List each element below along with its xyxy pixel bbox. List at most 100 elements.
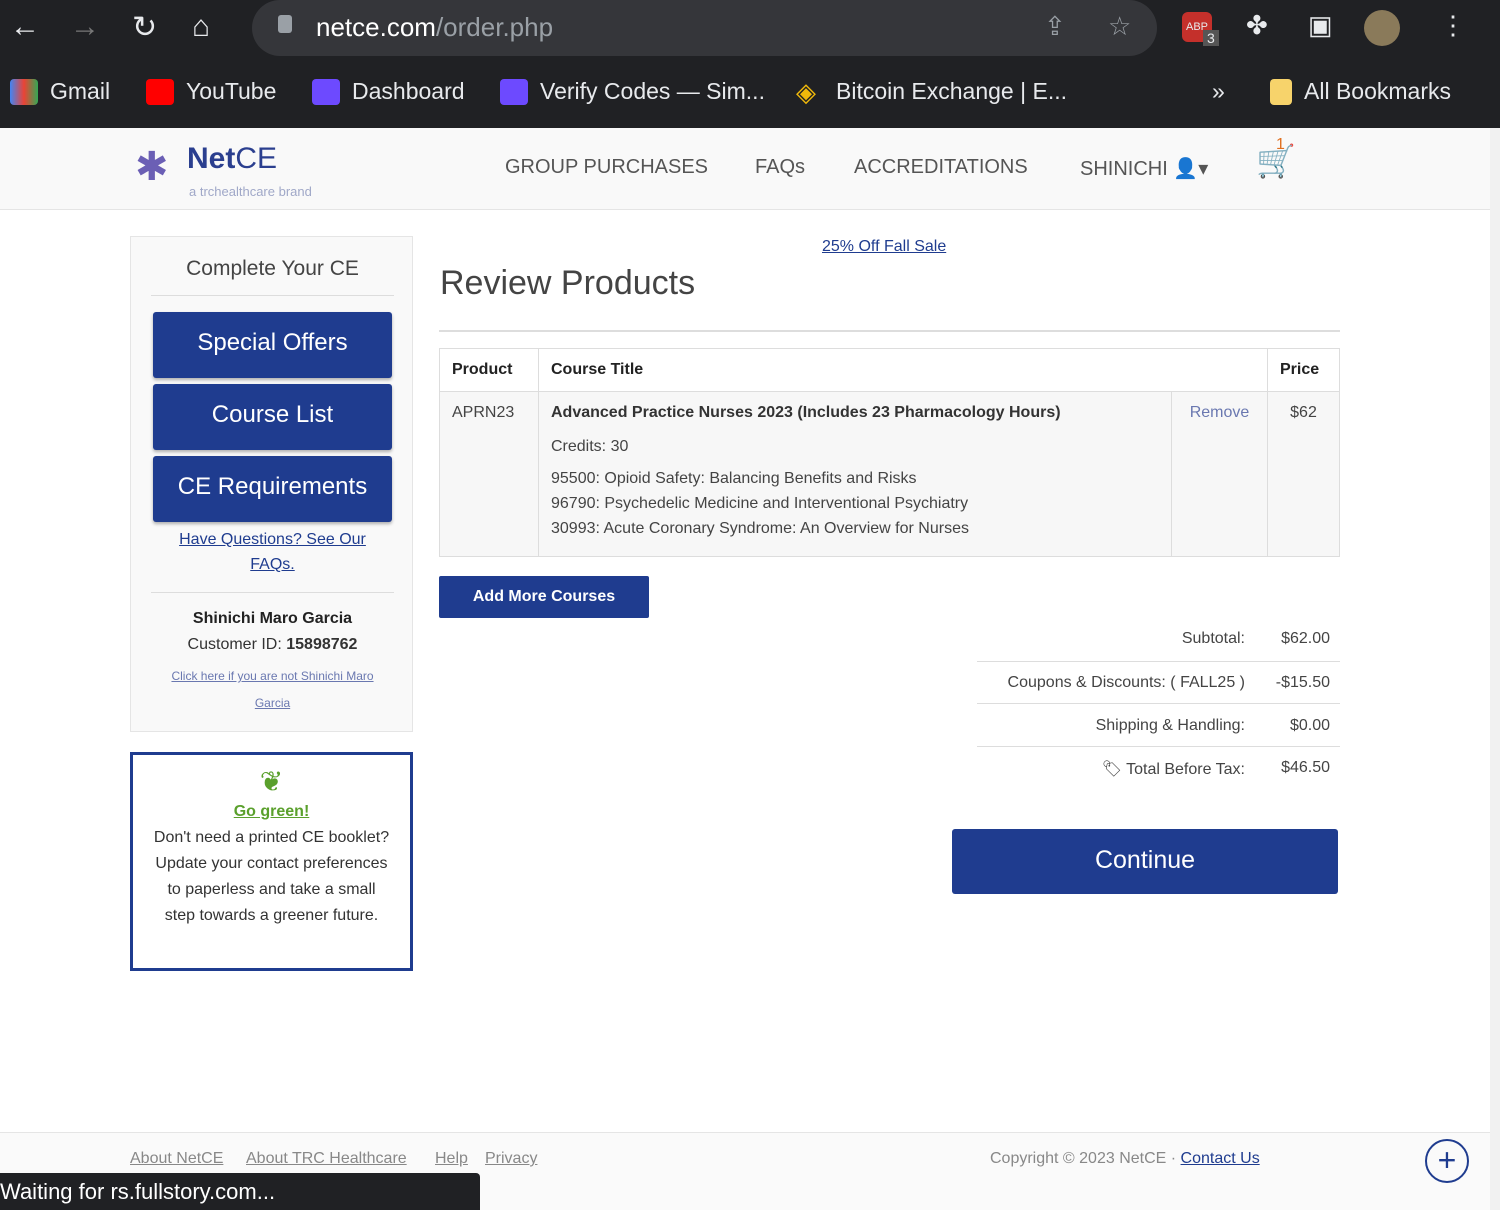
customer-id-label: Customer ID: bbox=[187, 636, 282, 653]
course-item: 95500: Opioid Safety: Balancing Benefits… bbox=[551, 470, 917, 487]
back-icon[interactable]: ← bbox=[10, 10, 40, 44]
profile-avatar[interactable] bbox=[1364, 10, 1400, 46]
nav-accreditations[interactable]: ACCREDITATIONS bbox=[854, 156, 1028, 179]
price: $62 bbox=[1267, 391, 1340, 557]
course-cell: Advanced Practice Nurses 2023 (Includes … bbox=[538, 391, 1172, 557]
user-icon: 👤▾ bbox=[1173, 158, 1209, 180]
go-green-text: Don't need a printed CE booklet? Update … bbox=[153, 829, 390, 924]
bookmark-gmail[interactable]: Gmail bbox=[10, 78, 110, 105]
col-actions bbox=[1171, 348, 1268, 392]
course-item: 30993: Acute Coronary Syndrome: An Overv… bbox=[551, 520, 969, 537]
course-item: 96790: Psychedelic Medicine and Interven… bbox=[551, 495, 969, 512]
products-table: Product Course Title Price APRN23 Advanc… bbox=[439, 348, 1340, 557]
special-offers-button[interactable]: Special Offers bbox=[153, 312, 392, 378]
more-bookmarks-button[interactable]: » bbox=[1212, 78, 1225, 105]
bookmark-label: Dashboard bbox=[352, 78, 465, 104]
copyright: Copyright © 2023 NetCE · bbox=[990, 1150, 1177, 1167]
star-icon[interactable]: ☆ bbox=[1108, 11, 1131, 42]
footer-about-netce[interactable]: About NetCE bbox=[130, 1150, 223, 1168]
lock-icon bbox=[278, 15, 292, 33]
bookmark-label: Bitcoin Exchange | E... bbox=[836, 78, 1067, 104]
proton-icon bbox=[312, 78, 340, 105]
logo-star-icon: ✱ bbox=[135, 145, 169, 189]
page-title: Review Products bbox=[440, 264, 696, 302]
logo-tagline: a trchealthcare brand bbox=[189, 184, 312, 199]
home-icon[interactable]: ⌂ bbox=[192, 10, 210, 44]
footer-help[interactable]: Help bbox=[435, 1150, 468, 1168]
url-path: /order.php bbox=[435, 12, 554, 42]
product-code: APRN23 bbox=[439, 391, 539, 557]
add-more-courses-button[interactable]: Add More Courses bbox=[439, 576, 649, 618]
nav-group-purchases[interactable]: GROUP PURCHASES bbox=[505, 156, 708, 179]
browser-toolbar: ← → ↻ ⌂ netce.com/order.php ⇪ ☆ ABP 3 ✤ … bbox=[0, 0, 1500, 60]
nav-user-menu[interactable]: SHINICHI 👤▾ bbox=[1080, 156, 1208, 181]
remove-link[interactable]: Remove bbox=[1171, 391, 1268, 557]
url-host: netce.com bbox=[316, 12, 436, 42]
all-bookmarks[interactable]: All Bookmarks bbox=[1270, 78, 1451, 105]
proton-icon bbox=[500, 78, 528, 105]
summary-label: Coupons & Discounts: ( FALL25 ) bbox=[1007, 674, 1245, 691]
address-bar[interactable]: netce.com/order.php ⇪ ☆ bbox=[252, 0, 1157, 56]
reload-icon[interactable]: ↻ bbox=[132, 10, 157, 45]
status-bar: Waiting for rs.fullstory.com... bbox=[0, 1173, 480, 1210]
cart-count: 1 bbox=[1276, 136, 1285, 153]
summary-shipping: Shipping & Handling: $0.00 bbox=[977, 705, 1340, 747]
summary-value: -$15.50 bbox=[1275, 674, 1330, 691]
binance-icon: ◈ bbox=[796, 76, 816, 107]
chevron-icon: » bbox=[1212, 78, 1225, 104]
logo-text: Net bbox=[187, 142, 236, 175]
course-title: Advanced Practice Nurses 2023 (Includes … bbox=[551, 404, 1061, 421]
bookmark-label: Gmail bbox=[50, 78, 111, 104]
table-row: APRN23 Advanced Practice Nurses 2023 (In… bbox=[439, 391, 1340, 557]
summary-coupons: Coupons & Discounts: ( FALL25 ) -$15.50 bbox=[977, 662, 1340, 704]
user-name: SHINICHI bbox=[1080, 158, 1168, 180]
youtube-icon bbox=[146, 78, 174, 105]
logo-text-2: CE bbox=[235, 142, 278, 175]
contact-us-link[interactable]: Contact Us bbox=[1181, 1150, 1260, 1167]
bookmark-label: YouTube bbox=[186, 78, 277, 104]
cart-icon[interactable]: 🛒 1 bbox=[1256, 136, 1296, 180]
side-panel-icon[interactable]: ▣ bbox=[1308, 10, 1333, 41]
gmail-icon bbox=[10, 78, 38, 105]
summary-value: $46.50 bbox=[1281, 759, 1330, 776]
bookmark-label: Verify Codes — Sim... bbox=[540, 78, 765, 104]
leaf-icon: ❦ bbox=[259, 766, 284, 797]
promo-link[interactable]: 25% Off Fall Sale bbox=[822, 238, 946, 256]
user-full-name: Shinichi Maro Garcia bbox=[192, 610, 353, 627]
footer-about-trc[interactable]: About TRC Healthcare bbox=[246, 1150, 407, 1168]
customer-id-value: 15898762 bbox=[286, 636, 358, 653]
sidebar-title: Complete Your CE bbox=[186, 257, 359, 280]
course-list-button[interactable]: Course List bbox=[153, 384, 392, 450]
summary-value: $0.00 bbox=[1289, 717, 1330, 734]
summary-label: Total Before Tax: bbox=[1126, 761, 1245, 778]
bookmark-verify-codes[interactable]: Verify Codes — Sim... bbox=[500, 78, 765, 105]
share-icon[interactable]: ⇪ bbox=[1044, 11, 1066, 42]
not-you-link[interactable]: Click here if you are not Shinichi Maro … bbox=[161, 663, 384, 717]
plus-icon[interactable]: + bbox=[1425, 1139, 1469, 1183]
go-green-link[interactable]: Go green! bbox=[151, 799, 392, 825]
summary-value: $62.00 bbox=[1281, 630, 1330, 647]
col-price: Price bbox=[1267, 348, 1340, 392]
bookmark-dashboard[interactable]: Dashboard bbox=[312, 78, 465, 105]
ce-requirements-button[interactable]: CE Requirements bbox=[153, 456, 392, 522]
scrollbar[interactable] bbox=[1490, 128, 1500, 1210]
menu-icon[interactable]: ⋮ bbox=[1440, 10, 1466, 41]
col-course-title: Course Title bbox=[538, 348, 1172, 392]
go-green-box: ❦ Go green! Don't need a printed CE book… bbox=[130, 752, 413, 971]
continue-button[interactable]: Continue bbox=[952, 829, 1338, 894]
forward-icon[interactable]: → bbox=[70, 10, 100, 44]
sidebar-panel: Complete Your CE Special Offers Course L… bbox=[130, 236, 413, 732]
col-product: Product bbox=[439, 348, 539, 392]
bookmark-youtube[interactable]: YouTube bbox=[146, 78, 276, 105]
nav-faqs[interactable]: FAQs bbox=[755, 156, 805, 179]
tag-icon: 🏷 bbox=[1101, 761, 1122, 778]
summary-total: 🏷 Total Before Tax: $46.50 bbox=[977, 747, 1340, 789]
footer-privacy[interactable]: Privacy bbox=[485, 1150, 537, 1168]
summary-label: Subtotal: bbox=[1181, 630, 1245, 647]
adblock-badge: 3 bbox=[1203, 30, 1219, 46]
faq-link[interactable]: Have Questions? See Our FAQs. bbox=[166, 527, 379, 577]
summary-subtotal: Subtotal: $62.00 bbox=[977, 618, 1340, 660]
bookmark-bitcoin[interactable]: ◈ Bitcoin Exchange | E... bbox=[796, 78, 1067, 105]
folder-icon bbox=[1270, 78, 1292, 105]
extensions-icon[interactable]: ✤ bbox=[1246, 10, 1268, 41]
